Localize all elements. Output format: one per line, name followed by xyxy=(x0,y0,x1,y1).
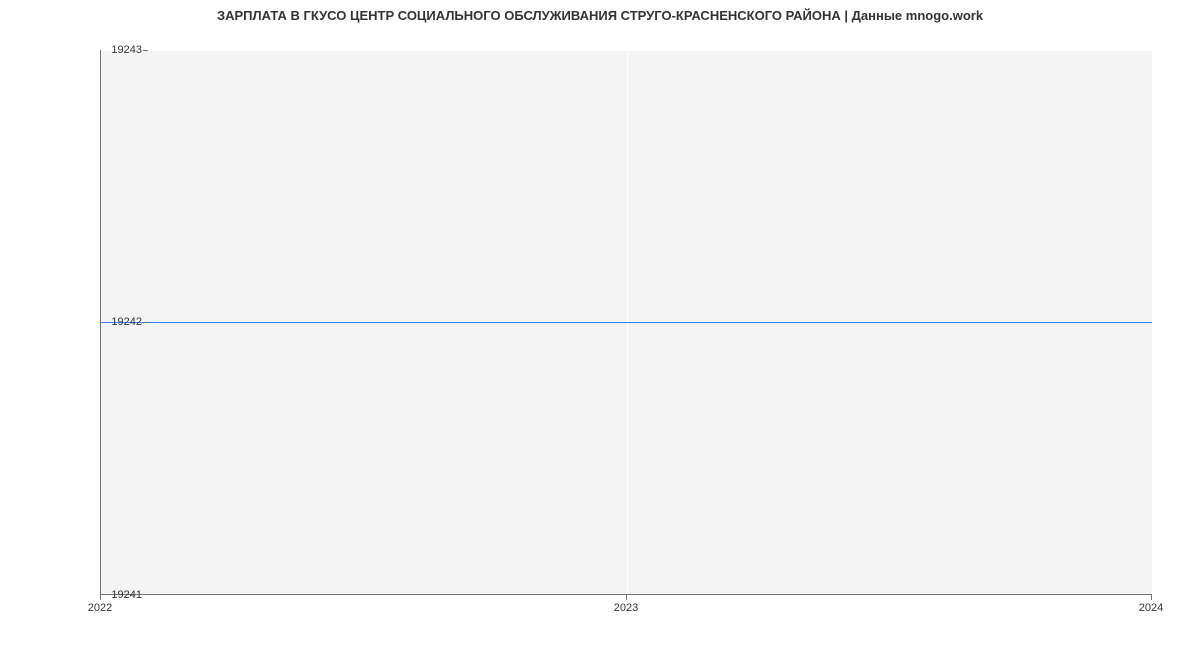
x-tick-mark xyxy=(626,595,627,600)
y-tick-label: 19242 xyxy=(111,316,142,328)
grid-line-vertical xyxy=(1152,50,1153,594)
x-tick-mark xyxy=(100,595,101,600)
grid-line-horizontal xyxy=(101,50,1152,51)
chart-plot-area xyxy=(100,50,1152,595)
x-tick-label: 2023 xyxy=(614,602,638,614)
y-tick-label: 19243 xyxy=(111,44,142,56)
x-tick-mark xyxy=(1151,595,1152,600)
y-tick-mark xyxy=(143,322,148,323)
chart-title: ЗАРПЛАТА В ГКУСО ЦЕНТР СОЦИАЛЬНОГО ОБСЛУ… xyxy=(0,0,1200,27)
data-series-line xyxy=(101,322,1152,323)
plot-background xyxy=(100,50,1152,595)
y-tick-label: 19241 xyxy=(111,589,142,601)
x-tick-label: 2022 xyxy=(88,602,112,614)
x-tick-label: 2024 xyxy=(1139,602,1163,614)
y-tick-mark xyxy=(143,594,148,595)
y-tick-mark xyxy=(143,50,148,51)
